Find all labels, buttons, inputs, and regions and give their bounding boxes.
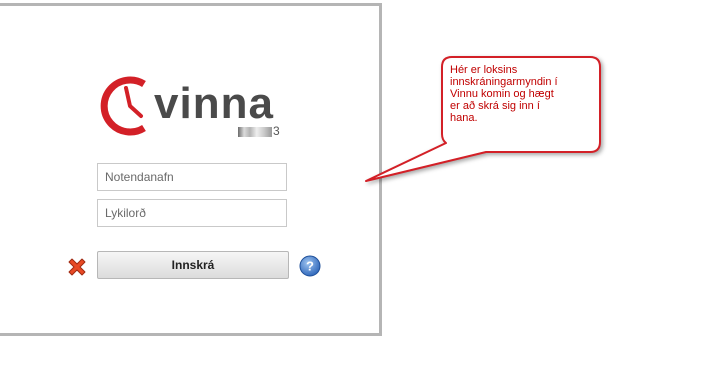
svg-text:?: ? <box>306 259 314 274</box>
version-label: 3 <box>238 124 280 138</box>
login-button[interactable]: Innskrá <box>97 251 289 279</box>
callout-text: Hér er loksins innskráningarmyndin í Vin… <box>450 64 558 124</box>
version-digit: 3 <box>273 124 280 138</box>
help-icon[interactable]: ? <box>299 255 321 277</box>
password-input[interactable] <box>97 199 287 227</box>
clock-icon <box>100 76 146 136</box>
cancel-icon[interactable] <box>65 256 87 278</box>
login-panel: vinna 3 Innskrá ? <box>0 3 382 336</box>
vinna-logo: vinna 3 <box>100 66 290 146</box>
logo-wordmark: vinna <box>154 79 274 128</box>
version-redacted <box>238 126 272 137</box>
username-input[interactable] <box>97 163 287 191</box>
